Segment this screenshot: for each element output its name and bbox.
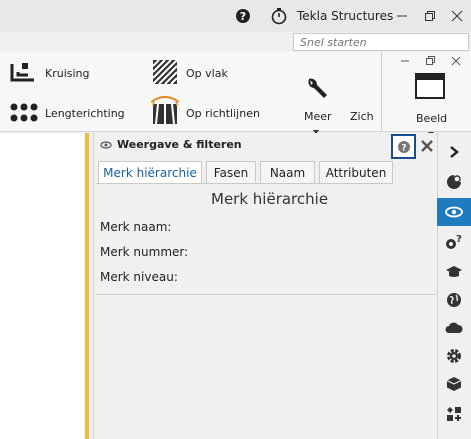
quick-search-input[interactable] [293,33,469,51]
op-vlak-label[interactable]: Op vlak [186,67,228,80]
merk-niveau-label: Merk niveau: [100,270,178,284]
ribbon-restore-icon[interactable] [424,55,436,67]
restore-icon[interactable] [415,0,445,32]
graduation-cap-icon[interactable] [437,258,471,286]
minimize-icon[interactable] [387,0,417,32]
ribbon-close-icon[interactable] [450,55,462,67]
eye-link-active-icon[interactable] [437,198,471,226]
panel-title: Weergave & filteren [117,138,242,151]
ribbon-minimize-icon[interactable] [399,55,411,67]
stopwatch-icon[interactable] [264,0,294,32]
panel-divider [96,294,436,295]
lengterichting-icon[interactable] [8,100,40,126]
wrench-icon[interactable] [304,74,330,102]
beeld-label[interactable]: Beeld [416,112,447,125]
merk-naam-label: Merk naam: [100,220,172,234]
zich-label[interactable]: Zich [350,110,374,123]
svg-text:?: ? [401,143,406,153]
tab-naam[interactable]: Naam [260,161,315,183]
chevron-right-icon[interactable] [437,138,471,166]
op-richtlijnen-icon[interactable] [148,96,182,128]
eye-link-icon [100,140,112,150]
kruising-label[interactable]: Kruising [45,67,90,80]
svg-text:?: ? [240,10,246,23]
beeld-icon[interactable] [414,72,446,100]
cloud-icon[interactable] [437,314,471,342]
tab-attributen[interactable]: Attributen [319,161,393,183]
ribbon-separator [381,52,382,132]
tab-strip-line [96,183,393,184]
globe-icon[interactable] [437,286,471,314]
beeld-chevron-icon [428,126,434,136]
chevron-down-icon [313,124,319,134]
lengterichting-label[interactable]: Lengterichting [45,107,125,120]
model-canvas[interactable] [0,133,89,439]
apps-add-icon[interactable] [437,400,471,428]
tab-fasen[interactable]: Fasen [206,161,256,183]
cube-icon[interactable] [437,370,471,398]
help-icon: ? [397,140,410,153]
help-circle-icon[interactable]: ? [228,0,258,32]
kruising-icon[interactable] [8,60,40,88]
section-title: Merk hiërarchie [211,190,329,208]
merk-nummer-label: Merk nummer: [100,245,189,259]
close-icon[interactable] [442,0,471,32]
meer-label[interactable]: Meer [304,110,332,123]
pie-refresh-icon[interactable] [437,168,471,196]
app-title: Tekla Structures [297,9,394,23]
op-vlak-icon[interactable] [150,57,180,87]
op-richtlijnen-label[interactable]: Op richtlijnen [186,107,260,120]
svg-text:?: ? [456,234,462,245]
gear-question-icon[interactable]: ? [437,228,471,256]
panel-help-button[interactable]: ? [391,134,416,159]
gear-icon[interactable] [437,342,471,370]
panel-close-icon[interactable] [419,135,435,157]
tab-merk-hierarchie[interactable]: Merk hiërarchie [98,161,202,184]
